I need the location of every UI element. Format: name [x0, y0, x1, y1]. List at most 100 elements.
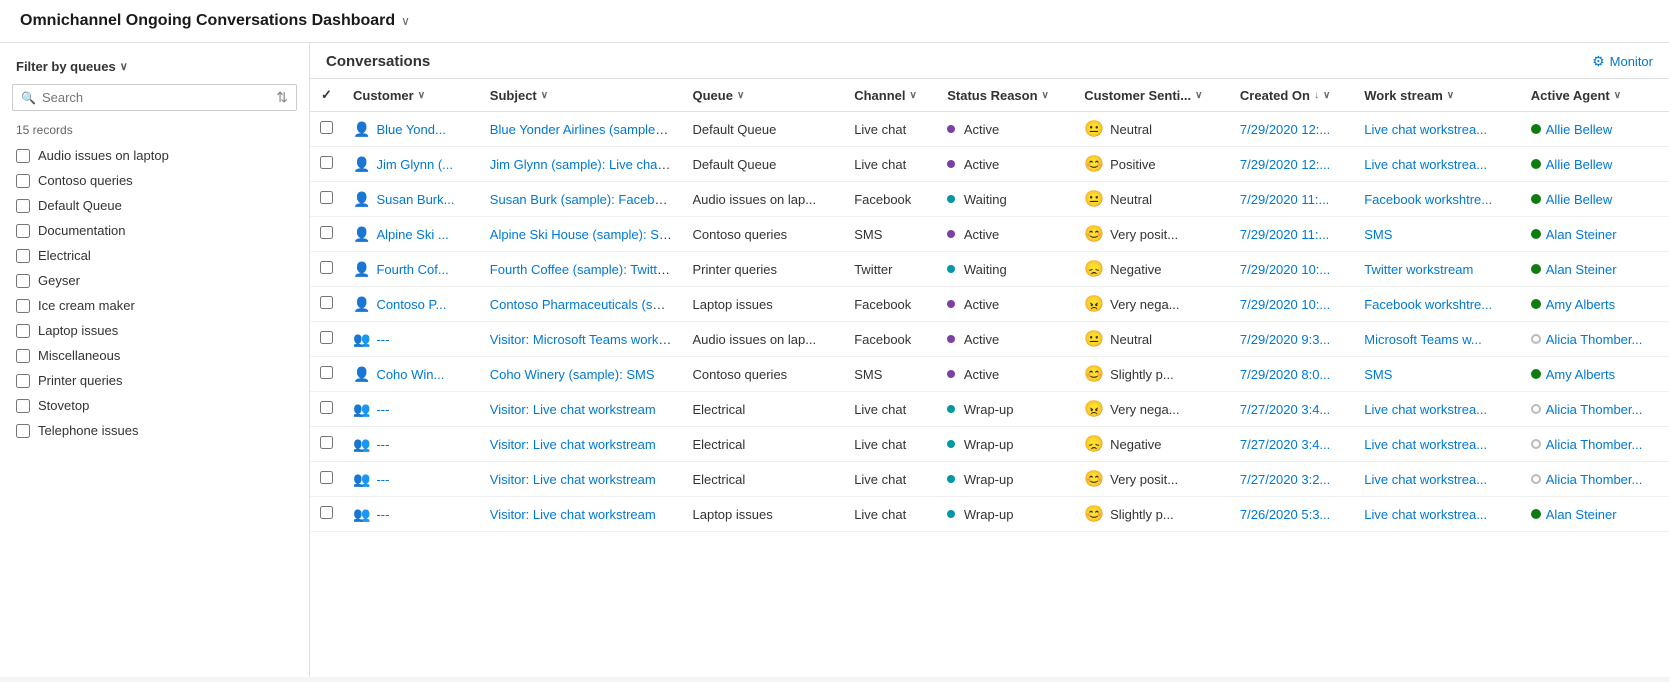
row-checkbox-cell[interactable] [310, 392, 343, 427]
row-checkbox[interactable] [320, 401, 333, 414]
customer-name[interactable]: Alpine Ski ... [376, 227, 448, 242]
queue-checkbox[interactable] [16, 424, 30, 438]
queue-item[interactable]: Laptop issues [0, 318, 309, 343]
subject-link[interactable]: Fourth Coffee (sample): Twitter wor... [490, 262, 683, 277]
subject-link[interactable]: Visitor: Live chat workstream [490, 402, 656, 417]
subject-link[interactable]: Visitor: Microsoft Teams workstream [490, 332, 683, 347]
workstream-value[interactable]: Live chat workstrea... [1364, 437, 1487, 452]
queue-item[interactable]: Printer queries [0, 368, 309, 393]
col-created[interactable]: Created On ↓ ∨ [1230, 79, 1354, 112]
agent-name[interactable]: Alicia Thomber... [1546, 332, 1643, 347]
agent-name[interactable]: Alan Steiner [1546, 227, 1617, 242]
workstream-value[interactable]: Microsoft Teams w... [1364, 332, 1482, 347]
agent-name[interactable]: Alan Steiner [1546, 507, 1617, 522]
customer-name[interactable]: Fourth Cof... [376, 262, 448, 277]
row-checkbox-cell[interactable] [310, 287, 343, 322]
agent-name[interactable]: Amy Alberts [1546, 297, 1615, 312]
row-checkbox[interactable] [320, 366, 333, 379]
queue-item[interactable]: Contoso queries [0, 168, 309, 193]
col-agent[interactable]: Active Agent ∨ [1521, 79, 1669, 112]
row-checkbox-cell[interactable] [310, 182, 343, 217]
created-value[interactable]: 7/26/2020 5:3... [1240, 507, 1330, 522]
col-subject[interactable]: Subject ∨ [480, 79, 683, 112]
customer-name[interactable]: Coho Win... [376, 367, 444, 382]
subject-link[interactable]: Visitor: Live chat workstream [490, 437, 656, 452]
row-checkbox-cell[interactable] [310, 147, 343, 182]
queue-item[interactable]: Electrical [0, 243, 309, 268]
customer-name[interactable]: Jim Glynn (... [376, 157, 453, 172]
workstream-value[interactable]: Twitter workstream [1364, 262, 1473, 277]
row-checkbox[interactable] [320, 261, 333, 274]
col-queue[interactable]: Queue ∨ [683, 79, 845, 112]
row-checkbox-cell[interactable] [310, 497, 343, 532]
sort-icon[interactable]: ⇅ [276, 89, 288, 106]
customer-name[interactable]: --- [376, 507, 389, 522]
workstream-value[interactable]: Live chat workstrea... [1364, 122, 1487, 137]
workstream-value[interactable]: Live chat workstrea... [1364, 507, 1487, 522]
created-value[interactable]: 7/29/2020 11:... [1240, 192, 1329, 207]
agent-name[interactable]: Alicia Thomber... [1546, 437, 1643, 452]
workstream-value[interactable]: Live chat workstrea... [1364, 157, 1487, 172]
col-sentiment[interactable]: Customer Senti... ∨ [1074, 79, 1230, 112]
queue-checkbox[interactable] [16, 374, 30, 388]
created-value[interactable]: 7/29/2020 12:... [1240, 157, 1330, 172]
customer-name[interactable]: Susan Burk... [376, 192, 454, 207]
col-channel[interactable]: Channel ∨ [844, 79, 937, 112]
customer-name[interactable]: Contoso P... [376, 297, 446, 312]
subject-link[interactable]: Visitor: Live chat workstream [490, 507, 656, 522]
agent-name[interactable]: Alicia Thomber... [1546, 402, 1643, 417]
queue-item[interactable]: Stovetop [0, 393, 309, 418]
queue-checkbox[interactable] [16, 249, 30, 263]
queue-item[interactable]: Documentation [0, 218, 309, 243]
subject-link[interactable]: Contoso Pharmaceuticals (sample):... [490, 297, 683, 312]
customer-name[interactable]: --- [376, 437, 389, 452]
row-checkbox-cell[interactable] [310, 462, 343, 497]
row-checkbox[interactable] [320, 121, 333, 134]
created-value[interactable]: 7/29/2020 9:3... [1240, 332, 1330, 347]
agent-name[interactable]: Alan Steiner [1546, 262, 1617, 277]
queue-checkbox[interactable] [16, 399, 30, 413]
row-checkbox-cell[interactable] [310, 322, 343, 357]
row-checkbox[interactable] [320, 436, 333, 449]
queue-checkbox[interactable] [16, 224, 30, 238]
agent-name[interactable]: Amy Alberts [1546, 367, 1615, 382]
customer-name[interactable]: Blue Yond... [376, 122, 445, 137]
subject-link[interactable]: Susan Burk (sample): Facebook wor... [490, 192, 683, 207]
agent-name[interactable]: Allie Bellew [1546, 122, 1612, 137]
queue-checkbox[interactable] [16, 149, 30, 163]
row-checkbox[interactable] [320, 506, 333, 519]
queue-checkbox[interactable] [16, 349, 30, 363]
agent-name[interactable]: Allie Bellew [1546, 192, 1612, 207]
queue-checkbox[interactable] [16, 324, 30, 338]
subject-link[interactable]: Blue Yonder Airlines (sample): Live c... [490, 122, 683, 137]
agent-name[interactable]: Allie Bellew [1546, 157, 1612, 172]
col-customer[interactable]: Customer ∨ [343, 79, 480, 112]
col-status[interactable]: Status Reason ∨ [937, 79, 1074, 112]
row-checkbox-cell[interactable] [310, 252, 343, 287]
customer-name[interactable]: --- [376, 332, 389, 347]
workstream-value[interactable]: SMS [1364, 367, 1392, 382]
row-checkbox[interactable] [320, 296, 333, 309]
subject-link[interactable]: Alpine Ski House (sample): SMS [490, 227, 679, 242]
col-workstream[interactable]: Work stream ∨ [1354, 79, 1521, 112]
row-checkbox-cell[interactable] [310, 217, 343, 252]
search-input[interactable] [42, 90, 276, 105]
created-value[interactable]: 7/29/2020 10:... [1240, 297, 1330, 312]
created-value[interactable]: 7/29/2020 10:... [1240, 262, 1330, 277]
row-checkbox[interactable] [320, 156, 333, 169]
title-chevron-icon[interactable]: ∨ [401, 14, 410, 28]
queue-checkbox[interactable] [16, 299, 30, 313]
created-value[interactable]: 7/27/2020 3:4... [1240, 402, 1330, 417]
row-checkbox[interactable] [320, 471, 333, 484]
created-value[interactable]: 7/27/2020 3:4... [1240, 437, 1330, 452]
created-value[interactable]: 7/27/2020 3:2... [1240, 472, 1330, 487]
row-checkbox[interactable] [320, 331, 333, 344]
queue-item[interactable]: Default Queue [0, 193, 309, 218]
queue-item[interactable]: Telephone issues [0, 418, 309, 443]
workstream-value[interactable]: Live chat workstrea... [1364, 472, 1487, 487]
row-checkbox[interactable] [320, 226, 333, 239]
workstream-value[interactable]: Facebook workshtre... [1364, 297, 1492, 312]
queue-item[interactable]: Miscellaneous [0, 343, 309, 368]
queue-item[interactable]: Ice cream maker [0, 293, 309, 318]
queue-checkbox[interactable] [16, 274, 30, 288]
